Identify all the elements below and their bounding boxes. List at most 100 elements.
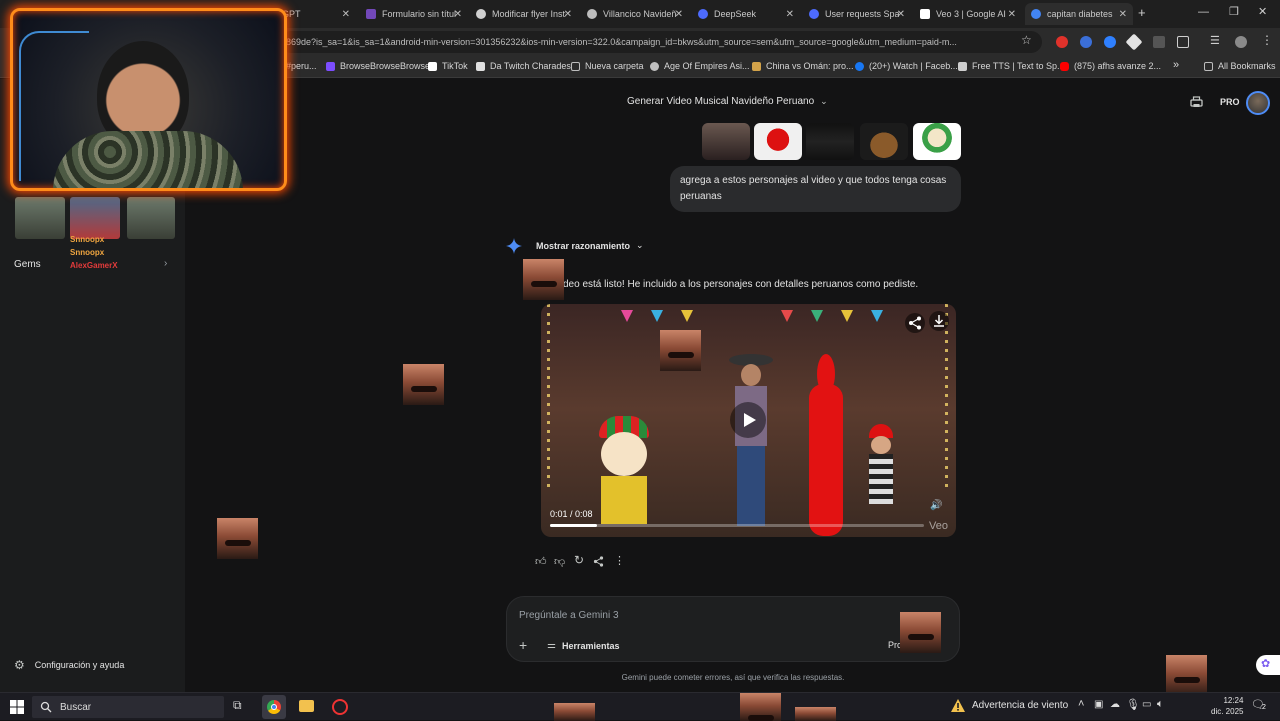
close-window-icon[interactable]: ✕: [1258, 5, 1267, 18]
address-bar[interactable]: 869de?is_sa=1&is_sa=1&android-min-versio…: [280, 31, 1042, 53]
tray-app-icon[interactable]: ▣: [1094, 699, 1103, 710]
close-tab-icon[interactable]: ✕: [675, 9, 683, 20]
profile-avatar[interactable]: [1235, 36, 1247, 48]
bookmark-folder[interactable]: Nueva carpeta: [571, 61, 644, 71]
video-progress-track[interactable]: [550, 524, 924, 527]
play-button[interactable]: [730, 402, 766, 438]
close-tab-icon[interactable]: ✕: [1008, 9, 1016, 20]
tab-title: capitan diabetes: [1047, 9, 1113, 19]
menu-kebab-icon[interactable]: ⋮: [1261, 33, 1273, 47]
gems-label[interactable]: Gems: [14, 259, 41, 270]
streamer-webcam-overlay: [10, 8, 287, 191]
download-icon: [934, 315, 944, 327]
network-icon[interactable]: ▭: [1142, 699, 1151, 710]
string-lights-decoration: [547, 304, 550, 487]
bunting-decoration: [781, 310, 793, 322]
new-tab-button[interactable]: +: [1138, 5, 1146, 20]
attached-image[interactable]: [860, 123, 908, 160]
extension-icon[interactable]: [1056, 36, 1068, 48]
tab-veo3[interactable]: Veo 3 | Google AI ✕: [914, 3, 1022, 25]
attached-image[interactable]: [702, 123, 750, 160]
microphone-icon[interactable]: 🎙︎: [1126, 698, 1140, 711]
obs-icon[interactable]: [332, 699, 348, 715]
gemini-floating-button[interactable]: ✿: [1256, 655, 1280, 675]
windows-start-icon[interactable]: [9, 699, 25, 715]
more-bookmarks-icon[interactable]: »: [1173, 59, 1179, 71]
volume-icon[interactable]: 🔈︎: [1157, 698, 1164, 711]
attached-image[interactable]: [913, 123, 961, 160]
tab-modificar-flyer[interactable]: Modificar flyer Instagram ✕: [470, 3, 578, 25]
taskbar-search[interactable]: Buscar: [32, 696, 224, 718]
string-lights-decoration: [945, 304, 948, 487]
more-options-icon[interactable]: ⋮: [614, 554, 625, 567]
deepseek-icon: [698, 9, 708, 19]
bookmark-item[interactable]: China vs Omán: pro...: [752, 61, 854, 71]
maximize-icon[interactable]: ❐: [1229, 5, 1239, 18]
meme-sticker: [1166, 655, 1207, 696]
onedrive-icon[interactable]: ☁: [1110, 699, 1120, 710]
close-tab-icon[interactable]: ✕: [1119, 9, 1127, 20]
close-tab-icon[interactable]: ✕: [786, 9, 794, 20]
user-message-bubble: agrega a estos personajes al video y que…: [670, 166, 961, 212]
share-icon[interactable]: [593, 556, 604, 567]
clock[interactable]: 12:24 dic. 2025: [1211, 695, 1243, 717]
bookmark-star-icon[interactable]: ☆: [1021, 33, 1032, 47]
extension-icon[interactable]: [1125, 33, 1143, 51]
bookmark-item[interactable]: TikTok: [428, 61, 468, 71]
weather-widget[interactable]: Advertencia de viento: [950, 698, 1068, 713]
task-view-icon[interactable]: ⧉: [233, 698, 242, 713]
regenerate-icon[interactable]: ↻: [574, 553, 584, 567]
volume-icon[interactable]: 🔊: [930, 500, 942, 511]
minimize-icon[interactable]: —: [1198, 6, 1209, 18]
attached-image[interactable]: [806, 123, 854, 160]
tab-title: Veo 3 | Google AI: [936, 9, 1006, 19]
tab-capitan-diabetes[interactable]: capitan diabetes ✕: [1025, 3, 1133, 25]
extensions-puzzle-icon[interactable]: [1177, 36, 1189, 48]
close-tab-icon[interactable]: ✕: [897, 9, 905, 20]
bookmark-item[interactable]: #peru...: [286, 61, 317, 71]
close-tab-icon[interactable]: ✕: [454, 9, 462, 20]
settings-button[interactable]: ⚙ Configuración y ayuda: [14, 658, 124, 672]
taskbar-chrome[interactable]: [262, 695, 286, 719]
extension-icon[interactable]: [1080, 36, 1092, 48]
thumbs-up-icon[interactable]: 👍︎: [535, 555, 547, 568]
extension-off-icon[interactable]: [1153, 36, 1165, 48]
tab-user-requests[interactable]: User requests Spanish ✕: [803, 3, 911, 25]
chevron-up-icon[interactable]: ˄: [1078, 698, 1084, 710]
tab-title: Villancico Navideño: [603, 9, 677, 19]
bookmark-item[interactable]: Da Twitch Charades: [476, 61, 571, 71]
bunting-decoration: [871, 310, 883, 322]
tab-villancico[interactable]: Villancico Navideño ✕: [581, 3, 689, 25]
show-reasoning-button[interactable]: Mostrar razonamiento ⌄: [536, 240, 644, 251]
conversation-title-button[interactable]: Generar Video Musical Navideño Peruano ⌄: [627, 96, 828, 107]
add-attachment-icon[interactable]: +: [519, 637, 527, 653]
thumbs-down-icon[interactable]: 👎︎: [554, 555, 565, 568]
user-avatar[interactable]: [1246, 91, 1270, 115]
share-icon: [909, 316, 921, 330]
chevron-right-icon[interactable]: ›: [164, 258, 167, 269]
all-bookmarks-button[interactable]: All Bookmarks: [1204, 61, 1276, 71]
bookmark-item[interactable]: (20+) Watch | Faceb...: [855, 61, 958, 71]
file-explorer-icon[interactable]: [299, 700, 314, 712]
tab-formulario[interactable]: Formulario sin título ✕: [360, 3, 468, 25]
tab-gpt[interactable]: GPT ✕: [276, 3, 356, 25]
close-tab-icon[interactable]: ✕: [342, 9, 350, 20]
download-video-button[interactable]: [929, 311, 949, 331]
tab-title: DeepSeek: [714, 9, 757, 19]
attached-image[interactable]: [754, 123, 802, 160]
bookmark-item[interactable]: BrowseBrowseBrowse: [326, 61, 430, 71]
close-tab-icon[interactable]: ✕: [564, 9, 572, 20]
meme-sticker: [740, 693, 781, 721]
reading-list-icon[interactable]: ☰: [1210, 34, 1220, 47]
prompt-input[interactable]: [519, 606, 899, 624]
print-icon[interactable]: [1190, 96, 1203, 108]
bookmark-item[interactable]: (875) afhs avanze 2...: [1060, 61, 1161, 71]
share-video-button[interactable]: [905, 313, 925, 333]
bookmark-item[interactable]: Free TTS | Text to Sp...: [958, 61, 1065, 71]
tools-button[interactable]: ⚌ Herramientas: [547, 640, 620, 651]
stream-chat-overlay: Snnoopx Snnoopx AlexGamerX: [70, 233, 118, 272]
tab-deepseek[interactable]: DeepSeek ✕: [692, 3, 800, 25]
bookmark-item[interactable]: Age Of Empires Asi...: [650, 61, 750, 71]
extension-icon[interactable]: [1104, 36, 1116, 48]
generated-video-player[interactable]: 0:01 / 0:08 🔊 Veo: [541, 304, 956, 537]
